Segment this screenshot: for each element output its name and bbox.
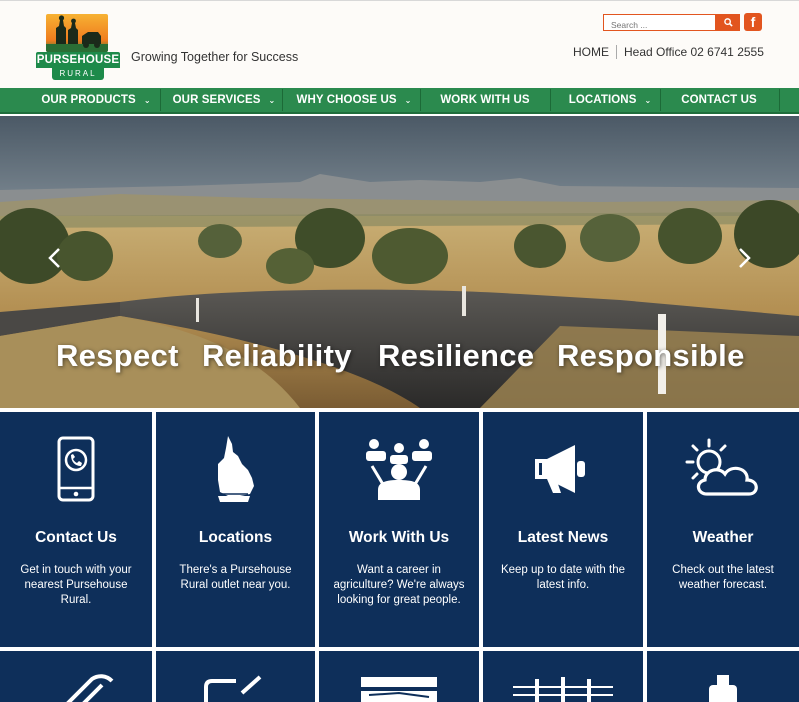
- tile-description: There's a Pursehouse Rural outlet near y…: [179, 564, 292, 591]
- logo-subtitle: RURAL: [52, 68, 104, 80]
- search-icon: [723, 18, 733, 27]
- search-button[interactable]: [716, 14, 740, 31]
- hero-value-resilience: Resilience: [378, 338, 535, 373]
- tile-row2-2[interactable]: [156, 651, 315, 702]
- queensland-map-icon: [156, 434, 315, 504]
- nav-our-products[interactable]: OUR PRODUCTS ⌄: [34, 88, 158, 112]
- nav-divider: [282, 89, 283, 111]
- nav-label: OUR PRODUCTS: [41, 94, 136, 106]
- site-header: PURSEHOUSE RURAL Growing Together for Su…: [0, 0, 799, 88]
- chevron-left-icon: [48, 248, 60, 268]
- tile-row2-4[interactable]: [483, 651, 643, 702]
- nav-label: WHY CHOOSE US: [296, 94, 397, 106]
- tile-weather[interactable]: Weather Check out the latest weather for…: [647, 412, 799, 647]
- link-divider: [616, 45, 617, 59]
- tile-title: Locations: [198, 529, 273, 546]
- bottle-icon: [709, 675, 737, 702]
- hero-next-button[interactable]: [735, 246, 753, 270]
- home-link[interactable]: HOME: [573, 45, 609, 59]
- tile-title: Work With Us: [348, 529, 450, 546]
- chevron-down-icon: ⌄: [404, 95, 412, 105]
- nav-label: WORK WITH US: [440, 94, 530, 106]
- tile-row2-5[interactable]: [647, 651, 799, 702]
- nav-label: CONTACT US: [681, 94, 757, 106]
- nav-label: OUR SERVICES: [172, 94, 261, 106]
- megaphone-icon: [483, 434, 643, 504]
- nav-our-services[interactable]: OUR SERVICES ⌄: [168, 88, 280, 112]
- nav-locations[interactable]: LOCATIONS ⌄: [560, 88, 660, 112]
- tile-row2-3[interactable]: [319, 651, 479, 702]
- tile-locations[interactable]: Locations There's a Pursehouse Rural out…: [156, 412, 315, 647]
- team-icon: [319, 434, 479, 504]
- hero-value-reliability: Reliability: [202, 338, 352, 373]
- head-office-phone[interactable]: Head Office 02 6741 2555: [624, 45, 764, 59]
- tile-description: Get in touch with your nearest Pursehous…: [20, 564, 132, 606]
- tile-title: Weather: [692, 529, 754, 546]
- nav-work-with-us[interactable]: WORK WITH US: [420, 88, 550, 112]
- tile-title: Latest News: [517, 529, 609, 546]
- logo-wordmark: PURSEHOUSE: [36, 52, 120, 68]
- tile-contact-us[interactable]: Contact Us Get in touch with your neares…: [0, 412, 152, 647]
- landscape-icon: [361, 677, 437, 702]
- chevron-down-icon: ⌄: [268, 95, 276, 105]
- phone-icon: [0, 434, 152, 504]
- pursehouse-logo[interactable]: PURSEHOUSE RURAL: [36, 14, 120, 82]
- nav-divider: [779, 89, 780, 111]
- tile-work-with-us[interactable]: Work With Us Want a career in agricultur…: [319, 412, 479, 647]
- site-tagline: Growing Together for Success: [131, 50, 299, 64]
- chevron-right-icon: [739, 248, 751, 268]
- nav-contact-us[interactable]: CONTACT US: [660, 88, 778, 112]
- search-input[interactable]: [604, 17, 715, 33]
- logo-emblem: [46, 14, 108, 52]
- top-links: HOME Head Office 02 6741 2555: [573, 45, 764, 59]
- tile-description: Keep up to date with the latest info.: [500, 564, 626, 591]
- hero-slider: Respect Reliability Resilience Responsib…: [0, 116, 799, 408]
- tile-latest-news[interactable]: Latest News Keep up to date with the lat…: [483, 412, 643, 647]
- tile-row2-1[interactable]: [0, 651, 152, 702]
- main-nav: OUR PRODUCTS ⌄ OUR SERVICES ⌄ WHY CHOOSE U…: [0, 88, 799, 114]
- facebook-icon[interactable]: f: [744, 13, 762, 31]
- tile-description: Want a career in agriculture? We're alwa…: [333, 564, 465, 606]
- nav-why-choose-us[interactable]: WHY CHOOSE US ⌄: [290, 88, 418, 112]
- nav-label: LOCATIONS: [568, 94, 637, 106]
- farming-tool-icon: [66, 674, 114, 702]
- search-box: [603, 14, 716, 33]
- hero-value-respect: Respect: [56, 338, 179, 373]
- edit-icon: [204, 675, 262, 702]
- nav-divider: [550, 89, 551, 111]
- chevron-down-icon: ⌄: [143, 95, 151, 105]
- tile-description: Check out the latest weather forecast.: [672, 564, 774, 591]
- hero-value-responsible: Responsible: [557, 338, 745, 373]
- weather-icon: [647, 434, 799, 504]
- chevron-down-icon: ⌄: [644, 95, 652, 105]
- tile-title: Contact Us: [35, 529, 117, 546]
- hero-prev-button[interactable]: [46, 246, 64, 270]
- nav-divider: [160, 89, 161, 111]
- fence-icon: [513, 677, 613, 702]
